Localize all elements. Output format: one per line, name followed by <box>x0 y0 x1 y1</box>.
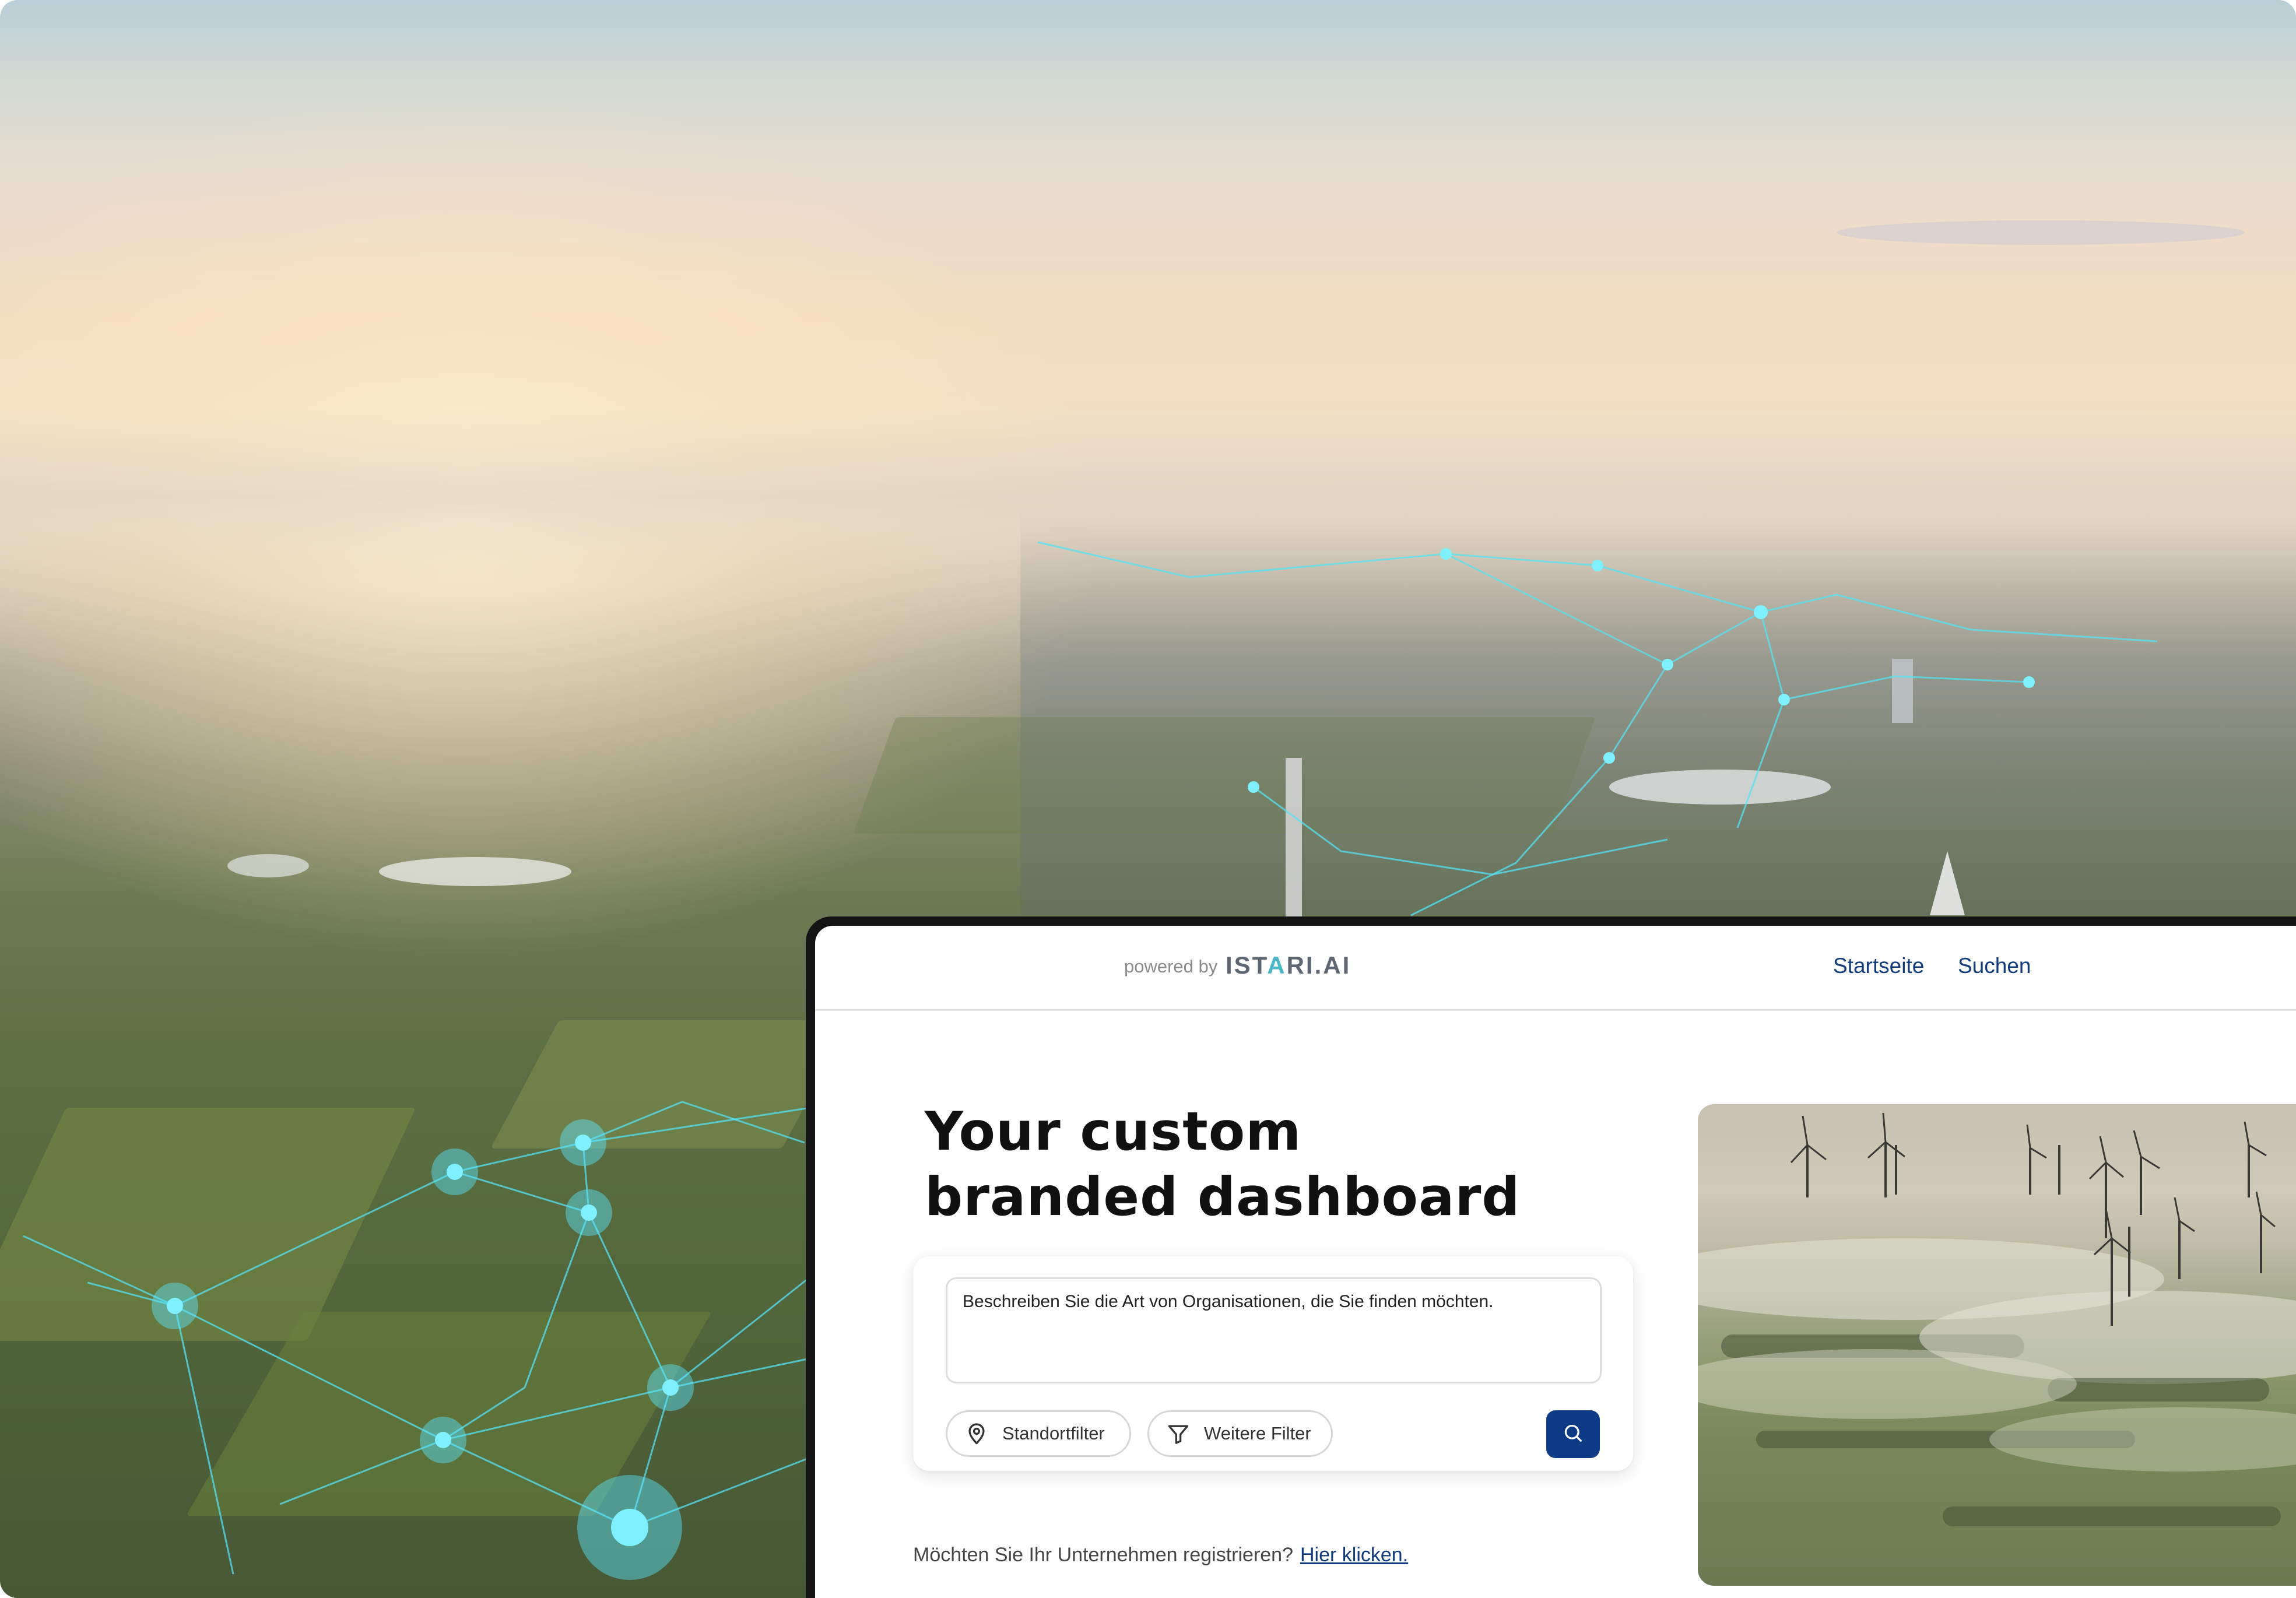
search-icon <box>1561 1421 1585 1447</box>
dashboard-content: powered by ISTARI.AI Startseite Suchen Y… <box>815 926 2296 1598</box>
brand-logo-part: RI.AI <box>1286 951 1351 979</box>
wind-turbine <box>2174 1197 2195 1279</box>
brand-logo[interactable]: ISTARI.AI <box>1226 951 1351 979</box>
search-submit-button[interactable] <box>1546 1410 1600 1458</box>
wind-turbine <box>2026 1124 2047 1195</box>
more-filters-label: Weitere Filter <box>1204 1423 1311 1444</box>
nav-link-search[interactable]: Suchen <box>1958 954 2031 978</box>
organization-description-input[interactable]: Beschreiben Sie die Art von Organisation… <box>946 1277 1602 1383</box>
wind-farm-image <box>1698 1104 2296 1586</box>
search-card: Beschreiben Sie die Art von Organisation… <box>913 1256 1633 1471</box>
wind-turbines <box>1790 1112 2276 1326</box>
wind-turbine <box>1867 1112 1905 1197</box>
register-question: Möchten Sie Ihr Unternehmen registrieren… <box>913 1544 1293 1566</box>
page-title-line-2: branded dashboard <box>925 1167 1521 1228</box>
wind-turbine <box>2244 1121 2267 1197</box>
wind-turbine <box>2255 1191 2276 1273</box>
wind-turbine <box>2088 1136 2124 1238</box>
wind-turbine <box>2093 1209 2131 1326</box>
dashboard-window: powered by ISTARI.AI Startseite Suchen Y… <box>806 916 2296 1598</box>
top-navigation-bar: powered by ISTARI.AI Startseite Suchen <box>815 926 2296 1011</box>
brand-logo-accent: A <box>1267 951 1287 979</box>
location-filter-label: Standortfilter <box>1002 1423 1105 1444</box>
more-filters-button[interactable]: Weitere Filter <box>1147 1410 1333 1457</box>
location-filter-button[interactable]: Standortfilter <box>946 1410 1131 1457</box>
brand-logo-part: IST <box>1226 951 1268 979</box>
register-prompt: Möchten Sie Ihr Unternehmen registrieren… <box>913 1544 1408 1567</box>
funnel-icon <box>1165 1421 1191 1446</box>
wind-turbine <box>2133 1130 2160 1215</box>
powered-by-label: powered by <box>1124 956 1218 977</box>
page-title: Your custom branded dashboard <box>925 1100 1520 1230</box>
wind-turbine <box>1790 1115 1827 1197</box>
register-link[interactable]: Hier klicken. <box>1300 1544 1408 1566</box>
page-title-line-1: Your custom <box>925 1101 1302 1162</box>
nav-link-home[interactable]: Startseite <box>1833 954 1924 978</box>
map-pin-icon <box>964 1421 989 1446</box>
